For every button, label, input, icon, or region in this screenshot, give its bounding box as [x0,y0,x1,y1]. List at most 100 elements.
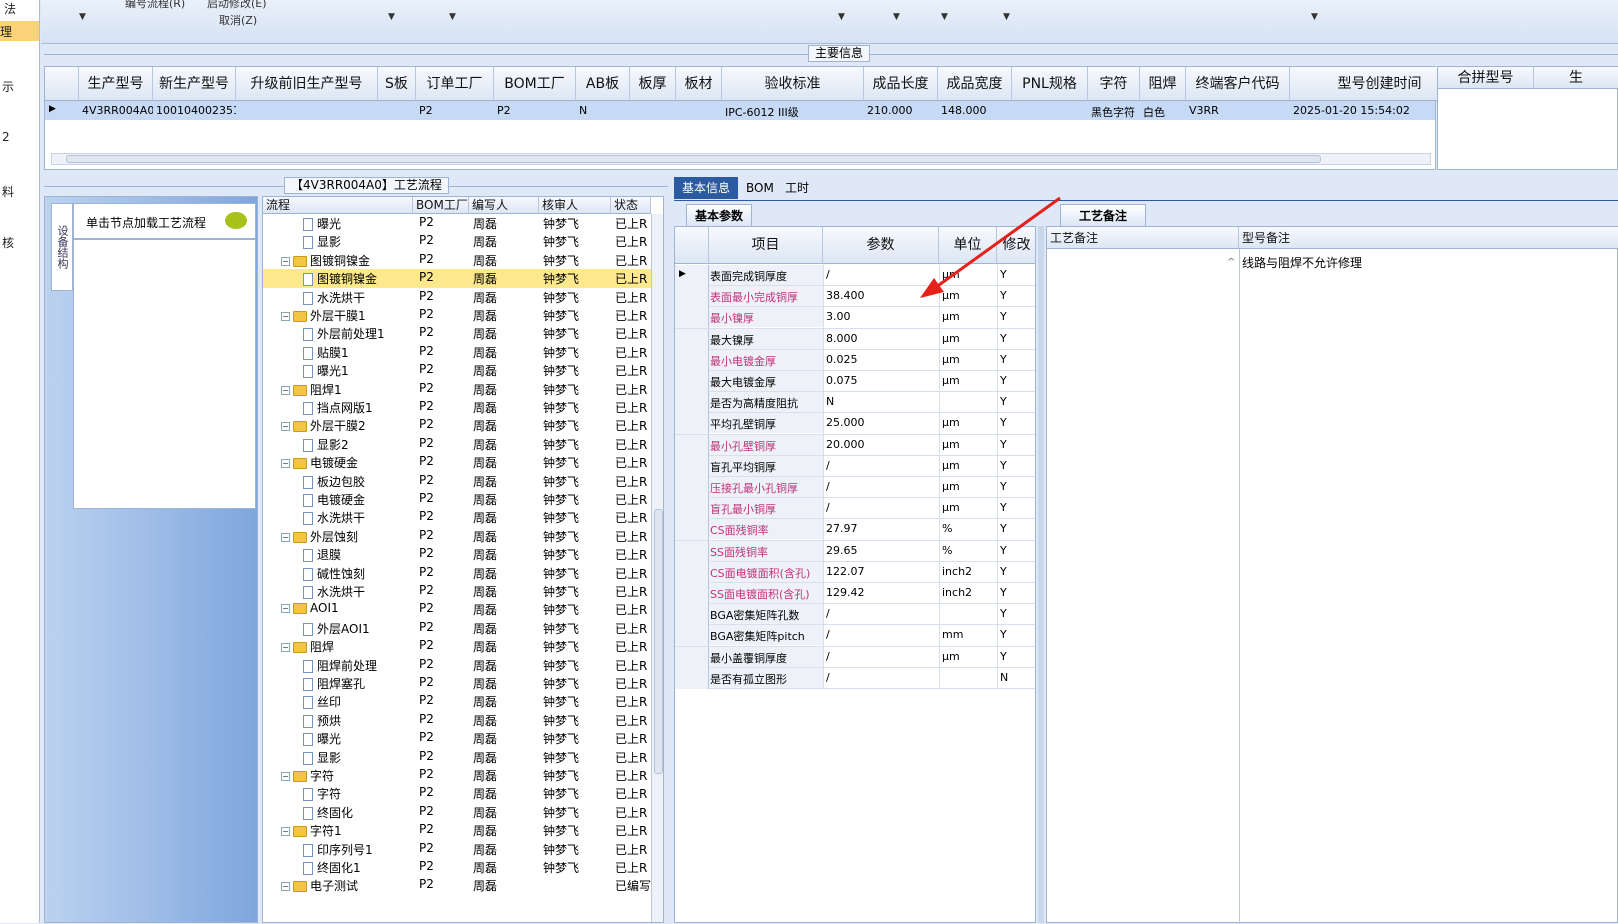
table-cell[interactable]: 4V3RR004A0 [79,104,153,117]
param-row[interactable]: 盲孔平均铜厚 / μm Y [675,455,1035,477]
tree-row[interactable]: − 阻焊 P2 周磊 钟梦飞 已上R [263,637,663,655]
param-value[interactable]: / [826,650,938,663]
param-row[interactable]: CS面残铜率 27.97% Y [675,519,1035,541]
row-selector[interactable]: ▶ [675,265,709,286]
tree-node[interactable]: 印序列号1 [303,841,411,858]
column-header-model-remark[interactable]: 型号备注 [1239,227,1618,249]
param-row[interactable]: 压接孔最小孔铜厚 / μm Y [675,477,1035,499]
param-row[interactable]: SS面残铜率 29.65% Y [675,540,1035,562]
param-row[interactable]: SS面电镀面积(含孔) 129.42 inch2 Y [675,583,1035,605]
renumber-flow-button[interactable]: 编号流程(R) [125,0,185,11]
tree-node[interactable]: 显影 [303,749,411,766]
row-selector[interactable] [675,392,709,414]
cancel-button[interactable]: 取消(Z) [219,12,257,28]
tree-node[interactable]: − 外层干膜2 [281,417,411,434]
tree-node[interactable]: − 电子测试 [281,877,411,894]
tree-row[interactable]: 曝光 P2 周磊 钟梦飞 已上R [263,729,663,747]
row-selector[interactable] [675,307,709,329]
tree-node[interactable]: 碱性蚀刻 [303,565,411,582]
tree-node[interactable]: 阻焊塞孔 [303,675,411,692]
tree-node[interactable]: 阻焊前处理 [303,657,411,674]
model-remark-text[interactable]: 线路与阻焊不允许修理 [1242,254,1362,271]
tree-row[interactable]: 终固化 P2 周磊 钟梦飞 已上R [263,803,663,821]
collapse-icon[interactable]: − [281,604,290,614]
tree-node[interactable]: 丝印 [303,693,411,710]
column-header[interactable]: 成品长度 [864,67,938,101]
tree-node[interactable]: 曝光1 [303,362,411,379]
structure-tree[interactable] [73,239,256,509]
table-cell[interactable]: V3RR [1186,104,1290,117]
param-value[interactable]: 20.000 [826,438,938,451]
tree-row[interactable]: 退膜 P2 周磊 钟梦飞 已上R [263,545,663,563]
collapse-icon[interactable]: − [281,385,290,395]
tree-row[interactable]: − 图镀铜镍金 P2 周磊 钟梦飞 已上R [263,251,663,269]
tree-node[interactable]: 字符 [303,785,411,802]
tree-row[interactable]: 显影 P2 周磊 钟梦飞 已上R [263,748,663,766]
column-header[interactable]: 升级前旧生产型号 [236,67,378,101]
tab-basic-info[interactable]: 基本信息 [674,177,739,199]
scrollbar-thumb[interactable] [66,155,1321,163]
param-row[interactable]: 盲孔最小铜厚 / μm Y [675,498,1035,520]
chevron-down-icon[interactable]: ▼ [893,12,900,22]
column-header[interactable]: 新生产型号 [153,67,236,101]
column-header[interactable]: AB板 [576,67,630,101]
param-row[interactable]: 最大镍厚 8.000 μm Y [675,328,1035,350]
collapse-icon[interactable]: − [281,256,290,266]
chevron-down-icon[interactable]: ▼ [941,12,948,22]
tree-node[interactable]: 水洗烘干 [303,583,411,600]
load-hint-box[interactable]: 单击节点加载工艺流程 [73,203,256,239]
row-selector[interactable] [675,371,709,392]
tree-row[interactable]: 印序列号1 P2 周磊 钟梦飞 已上R [263,840,663,858]
table-cell[interactable]: 10010400235124 [153,104,236,117]
column-header[interactable]: BOM工厂 [413,197,469,214]
collapse-icon[interactable]: − [281,772,290,781]
row-selector[interactable] [675,561,709,583]
splitter[interactable] [1038,226,1044,923]
nav-item-selected[interactable]: 理 [0,21,39,41]
row-selector[interactable] [675,583,709,604]
table-cell[interactable]: 148.000 [938,104,1012,117]
tree-row[interactable]: − 字符 P2 周磊 钟梦飞 已上R [263,766,663,784]
table-cell[interactable]: P2 [416,104,494,117]
horizontal-scrollbar[interactable] [51,153,1431,165]
param-value[interactable]: 129.42 [826,586,938,599]
table-row[interactable]: ▶ 4V3RR004A010010400235124P2P2NIPC-6012 … [45,101,1435,120]
tree-row[interactable]: 阻焊前处理 P2 周磊 钟梦飞 已上R [263,656,663,674]
tree-node[interactable]: − AOI1 [281,601,411,615]
nav-item[interactable]: 2 [2,130,10,144]
tree-row[interactable]: − 外层蚀刻 P2 周磊 钟梦飞 已上R [263,527,663,545]
tree-row[interactable]: 图镀铜镍金 P2 周磊 钟梦飞 已上R [263,269,663,288]
tree-row[interactable]: − 阻焊1 P2 周磊 钟梦飞 已上R [263,380,663,398]
tree-node[interactable]: 显影 [303,233,411,250]
table-cell[interactable]: N [576,104,630,117]
param-row[interactable]: 是否有孤立图形 / N [675,667,1035,689]
tree-row[interactable]: 显影 P2 周磊 钟梦飞 已上R [263,232,663,250]
column-header[interactable]: 成品宽度 [938,67,1012,101]
nav-item[interactable]: 核 [2,234,14,251]
row-selector[interactable] [675,328,709,350]
tree-row[interactable]: 曝光1 P2 周磊 钟梦飞 已上R [263,361,663,379]
column-header[interactable]: PNL规格 [1012,67,1088,101]
tree-node[interactable]: 外层前处理1 [303,325,411,342]
row-selector[interactable] [675,349,709,371]
column-header[interactable]: 生 [1534,67,1618,89]
param-value[interactable]: / [826,480,938,493]
tree-node[interactable]: 挡点网版1 [303,399,411,416]
collapse-icon[interactable]: − [281,422,290,432]
tree-row[interactable]: − 外层干膜2 P2 周磊 钟梦飞 已上R [263,416,663,434]
column-header[interactable]: 订单工厂 [416,67,494,101]
tree-node[interactable]: 预烘 [303,712,411,729]
param-value[interactable]: / [826,501,938,514]
param-row[interactable]: BGA密集矩阵pitch / mm Y [675,625,1035,647]
param-row[interactable]: 最小盖覆铜厚度 / μm Y [675,646,1035,668]
param-row[interactable]: CS面电镀面积(含孔) 122.07 inch2 Y [675,561,1035,583]
tree-node[interactable]: − 字符1 [281,822,411,839]
param-value[interactable]: / [826,671,938,684]
tree-node[interactable]: − 外层干膜1 [281,307,411,324]
tree-node[interactable]: 水洗烘干 [303,289,411,306]
param-row[interactable]: 平均孔壁铜厚 25.000 μm Y [675,413,1035,435]
param-value[interactable]: 122.07 [826,565,938,578]
chevron-up-icon[interactable]: ^ [1227,257,1235,268]
start-edit-button[interactable]: 启动修改(E) [207,0,267,11]
tree-row[interactable]: − 电子测试 P2 周磊 已编写 [263,876,663,894]
